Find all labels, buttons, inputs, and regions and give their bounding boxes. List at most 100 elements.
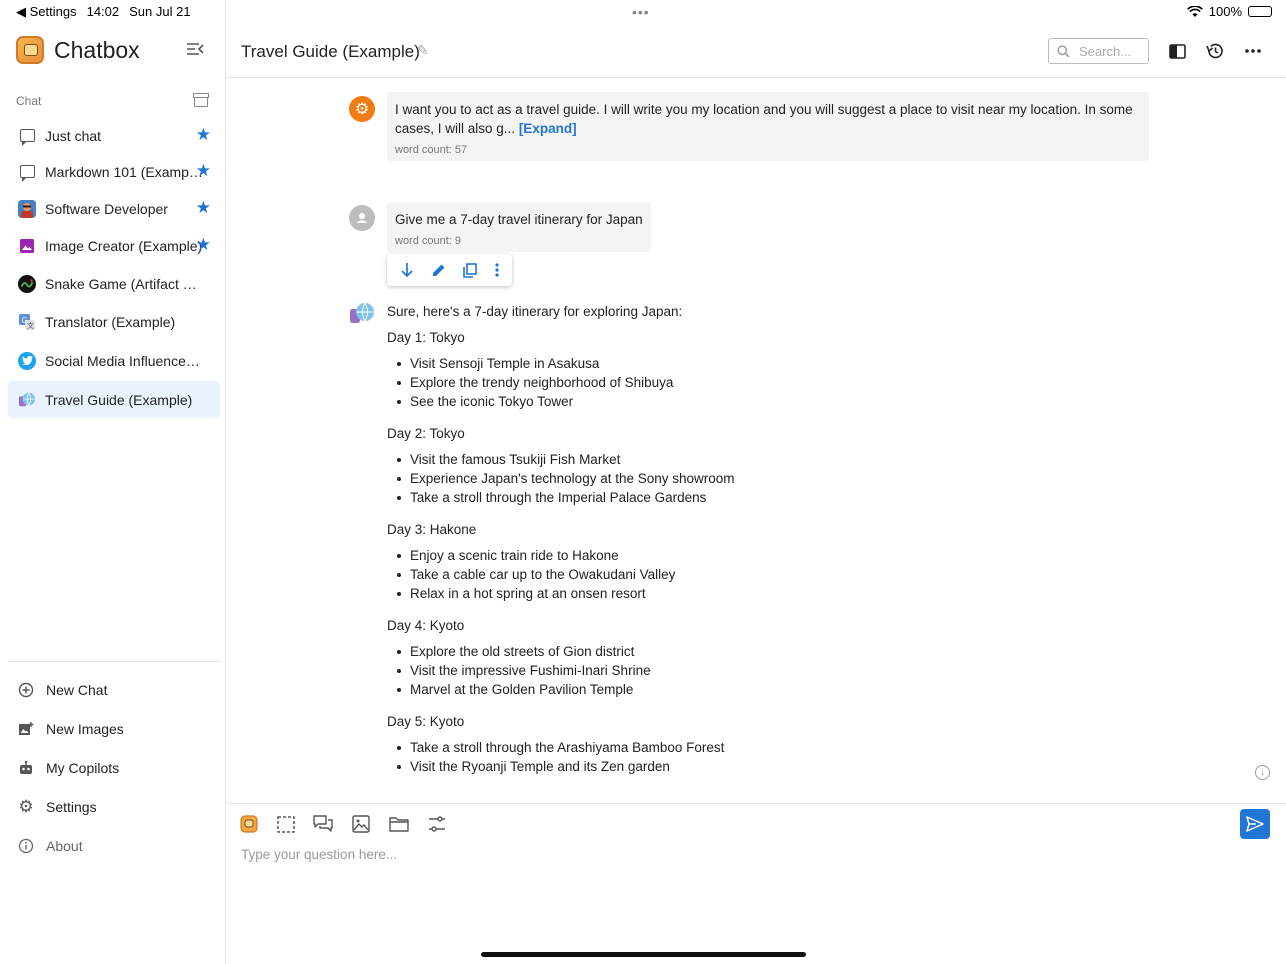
reply-intro: Sure, here's a 7-day itinerary for explo…: [387, 304, 683, 319]
chatbox-logo-icon: [240, 815, 258, 833]
list-item: Visit Sensoji Temple in Asakusa: [387, 354, 1187, 373]
attach-image-button[interactable]: [351, 814, 371, 834]
edit-icon[interactable]: [432, 263, 446, 277]
new-chat-label: New Chat: [46, 682, 108, 698]
list-item: Marvel at the Golden Pavilion Temple: [387, 680, 1187, 699]
sidebar-item-label: Image Creator (Example): [45, 237, 203, 254]
assistant-globe-icon: [349, 300, 375, 326]
day-list: Visit Sensoji Temple in Asakusa Explore …: [387, 354, 1187, 411]
sidebar-item-travel-guide[interactable]: Travel Guide (Example): [8, 381, 220, 418]
day-list: Visit the famous Tsukiji Fish Market Exp…: [387, 450, 1187, 507]
wifi-icon: [1186, 5, 1203, 17]
sidebar-item-markdown-101[interactable]: Markdown 101 (Example) ★: [8, 153, 220, 190]
sidebar-item-label: Software Developer: [45, 200, 168, 217]
scroll-to-bottom-icon[interactable]: ↓: [1255, 765, 1270, 780]
toggle-panel-button[interactable]: [1167, 41, 1187, 61]
star-icon[interactable]: ★: [196, 198, 211, 218]
app-name: Chatbox: [54, 36, 140, 63]
new-images-button[interactable]: New Images: [18, 718, 124, 740]
more-options-button[interactable]: [1243, 41, 1263, 61]
sliders-icon: [429, 816, 445, 832]
sidebar-item-snake-game[interactable]: Snake Game (Artifact Example): [8, 265, 220, 302]
info-icon: [18, 838, 34, 854]
day-list: Enjoy a scenic train ride to Hakone Take…: [387, 546, 1187, 603]
list-item: Explore the trendy neighborhood of Shibu…: [387, 373, 1187, 392]
new-images-label: New Images: [46, 721, 124, 737]
sidebar-item-label: Translator (Example): [45, 313, 176, 330]
battery-icon: [1248, 6, 1272, 17]
my-copilots-button[interactable]: My Copilots: [18, 757, 119, 779]
star-icon[interactable]: ★: [196, 235, 211, 255]
sidebar-item-social-media-influencer[interactable]: Social Media Influencer (Example): [8, 342, 220, 379]
edit-title-icon[interactable]: ✎: [417, 42, 429, 59]
system-gear-icon: ⚙: [349, 96, 375, 122]
new-chat-button[interactable]: New Chat: [18, 679, 107, 701]
more-horizontal-icon: [1245, 49, 1261, 53]
sidebar-item-software-developer[interactable]: Software Developer ★: [8, 190, 220, 227]
sidebar-item-label: Snake Game (Artifact Example): [45, 275, 203, 292]
list-item: Take a cable car up to the Owakudani Val…: [387, 565, 1187, 584]
search-icon: [1057, 44, 1070, 58]
word-count: word count: 9: [395, 235, 462, 247]
sidebar-item-label: Social Media Influencer (Example): [45, 352, 203, 369]
search-box[interactable]: [1048, 38, 1149, 64]
arrow-down-icon[interactable]: [400, 262, 414, 278]
developer-avatar-icon: [18, 199, 36, 218]
star-icon[interactable]: ★: [196, 125, 211, 145]
more-vertical-icon[interactable]: [495, 263, 499, 277]
history-button[interactable]: [1205, 41, 1225, 61]
twitter-icon: [18, 351, 36, 370]
day-list: Take a stroll through the Arashiyama Bam…: [387, 738, 1187, 776]
history-icon: [1206, 43, 1223, 59]
day-heading: Day 1: Tokyo: [387, 330, 465, 345]
word-count: word count: 57: [395, 144, 468, 156]
list-item: Experience Japan's technology at the Son…: [387, 469, 1187, 488]
collapse-sidebar-icon[interactable]: [186, 42, 204, 56]
translator-icon: G文: [18, 313, 36, 331]
sidebar: Chatbox Chat Just chat ★ Markdown 101 (E…: [0, 0, 226, 964]
sidebar-item-label: Markdown 101 (Example): [45, 163, 203, 180]
list-item: Enjoy a scenic train ride to Hakone: [387, 546, 1187, 565]
globe-icon: [18, 391, 36, 409]
copy-icon[interactable]: [463, 262, 478, 278]
message-input[interactable]: [241, 847, 1241, 887]
list-item: Explore the old streets of Gion district: [387, 642, 1187, 661]
message-actions-toolbar: [387, 254, 512, 286]
gear-icon: ⚙: [18, 797, 34, 816]
list-item: Visit the impressive Fushimi-Inari Shrin…: [387, 661, 1187, 680]
day-heading: Day 3: Hakone: [387, 522, 477, 537]
attach-file-button[interactable]: [389, 814, 409, 834]
about-button[interactable]: About: [18, 835, 83, 857]
svg-text:文: 文: [27, 321, 34, 330]
chat-bubble-icon: [18, 163, 36, 182]
settings-sliders-button[interactable]: [427, 814, 447, 834]
conversations-button[interactable]: [313, 814, 333, 834]
add-image-icon: [19, 722, 34, 735]
search-input[interactable]: [1079, 43, 1143, 59]
chatbox-logo-icon: [16, 36, 44, 64]
send-icon: [1246, 816, 1264, 832]
settings-button[interactable]: ⚙ Settings: [18, 796, 96, 818]
system-message-text: I want you to act as a travel guide. I w…: [395, 102, 1133, 136]
day-heading: Day 5: Kyoto: [387, 714, 465, 729]
chat-header: Travel Guide (Example) ✎: [227, 24, 1286, 78]
my-copilots-label: My Copilots: [46, 760, 120, 776]
sidebar-item-translator[interactable]: G文 Translator (Example): [8, 303, 220, 340]
archive-icon[interactable]: [193, 93, 209, 107]
copilot-selector-button[interactable]: [239, 814, 259, 834]
sidebar-item-just-chat[interactable]: Just chat ★: [8, 117, 220, 154]
sidebar-item-label: Travel Guide (Example): [45, 391, 193, 408]
new-context-button[interactable]: [276, 814, 296, 834]
day-list: Explore the old streets of Gion district…: [387, 642, 1187, 699]
page-title: Travel Guide (Example): [241, 42, 420, 61]
selection-icon: [277, 815, 295, 833]
send-button[interactable]: [1240, 809, 1270, 839]
multitasking-dots-icon[interactable]: •••: [632, 4, 650, 20]
chat-section-label: Chat: [16, 94, 42, 108]
star-icon[interactable]: ★: [196, 161, 211, 181]
home-indicator[interactable]: [481, 952, 806, 957]
sidebar-item-image-creator[interactable]: Image Creator (Example) ★: [8, 227, 220, 264]
list-item: Visit the famous Tsukiji Fish Market: [387, 450, 1187, 469]
expand-link[interactable]: [Expand]: [519, 121, 577, 136]
list-item: Visit the Ryoanji Temple and its Zen gar…: [387, 757, 1187, 776]
